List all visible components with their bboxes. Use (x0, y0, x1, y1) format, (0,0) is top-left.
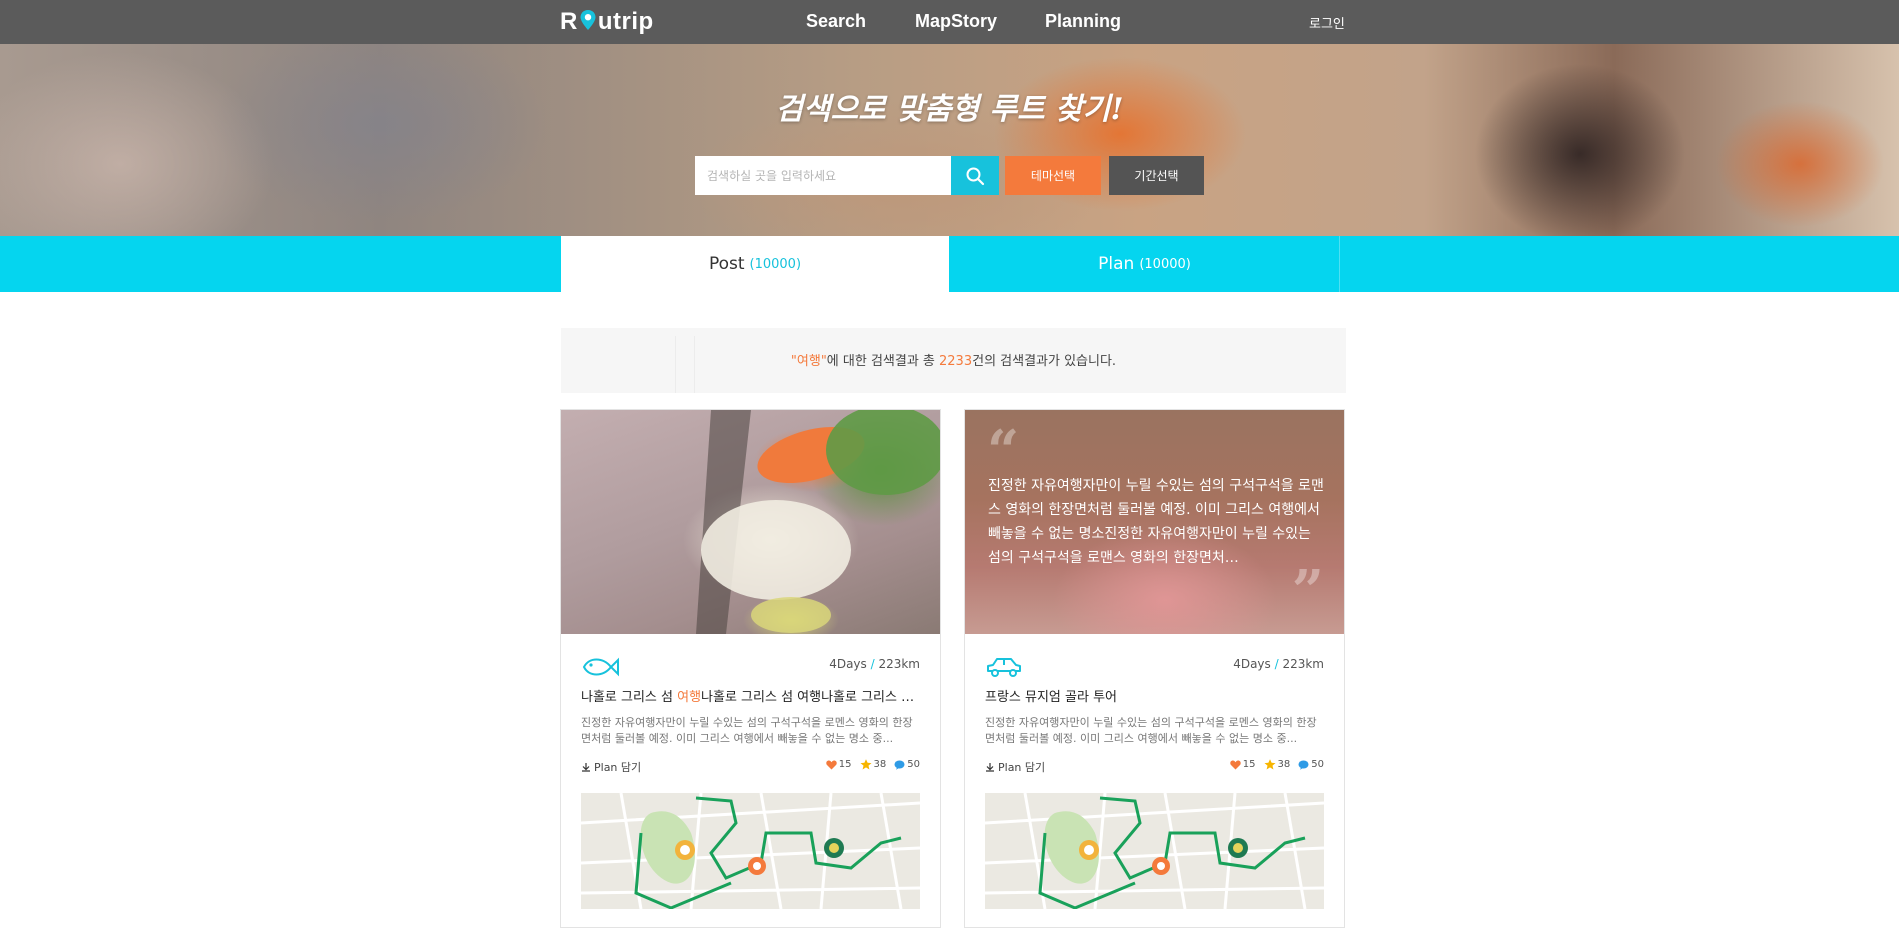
route-map-art (581, 793, 920, 909)
plan-save-button[interactable]: Plan 담기 (581, 759, 641, 775)
title-part: 나홀로 그리스 섬 여행나홀로 그리스 섬 여행 (701, 690, 921, 705)
heart-icon (826, 760, 837, 769)
plan-save-button[interactable]: Plan 담기 (985, 759, 1045, 775)
close-quote-icon: ” (1291, 558, 1324, 624)
likes-stat[interactable]: 15 (826, 759, 852, 770)
title-keyword: 여행 (677, 690, 702, 705)
top-navigation-bar: Rutrip Search MapStory Planning 로그인 (0, 0, 1899, 44)
plan-save-label: Plan 담기 (594, 761, 642, 774)
search-icon (966, 167, 985, 185)
download-icon (582, 763, 590, 772)
summary-text-mid: 에 대한 검색결과 총 (826, 354, 940, 369)
stars-count: 38 (1277, 759, 1291, 770)
nav-search[interactable]: Search (806, 11, 866, 32)
search-keyword: 여행 (796, 354, 821, 369)
nav-mapstory[interactable]: MapStory (915, 11, 997, 32)
post-card[interactable]: 4Days / 223km 나홀로 그리스 섬 여행나홀로 그리스 섬 여행나홀… (560, 409, 941, 928)
summary-text-end: 건의 검색결과가 있습니다. (972, 354, 1117, 369)
tab-post-label: Post (708, 254, 745, 274)
search-result-summary: "여행"에 대한 검색결과 총 2233건의 검색결과가 있습니다. (561, 328, 1346, 393)
tab-divider (1339, 236, 1340, 292)
route-map[interactable] (581, 793, 920, 909)
logo-letter: R (560, 8, 578, 35)
fish-icon (582, 657, 619, 677)
tab-post[interactable]: Post (10000) (561, 236, 949, 292)
plan-save-label: Plan 담기 (998, 761, 1046, 774)
card-distance: 223km (878, 657, 920, 671)
card-description: 진정한 자유여행자만이 누릴 수있는 섬의 구석구석을 로멘스 영화의 한장면처… (985, 716, 1317, 745)
logo-text: utrip (597, 8, 654, 35)
likes-stat[interactable]: 15 (1230, 759, 1256, 770)
stars-stat[interactable]: 38 (1264, 759, 1291, 770)
period-select-button[interactable]: 기간선택 (1109, 156, 1204, 195)
car-icon (987, 658, 1021, 677)
card-quote-text: 진정한 자유여행자만이 누릴 수있는 섬의 구석구석을 로맨스 영화의 한장면처… (988, 478, 1324, 566)
nav-planning[interactable]: Planning (1045, 11, 1121, 32)
map-pin-icon (580, 10, 596, 30)
card-distance: 223km (1282, 657, 1324, 671)
tab-plan-count: (10000) (1139, 256, 1191, 272)
card-title[interactable]: 나홀로 그리스 섬 여행나홀로 그리스 섬 여행나홀로 그리스 섬 여행 (581, 686, 921, 705)
card-days: 4Days (829, 657, 867, 671)
result-total: 2233 (939, 354, 973, 369)
card-stats: 15 38 50 (826, 759, 920, 770)
comment-icon (1298, 760, 1309, 770)
food-photo-art (696, 410, 940, 634)
search-button[interactable] (951, 156, 999, 195)
download-icon (986, 763, 994, 772)
card-meta: 4Days / 223km (829, 657, 920, 671)
login-link[interactable]: 로그인 (1309, 13, 1345, 32)
meta-separator: / (1270, 657, 1283, 671)
comments-count: 50 (907, 759, 920, 770)
card-quote-cover[interactable]: “ 진정한 자유여행자만이 누릴 수있는 섬의 구석구석을 로맨스 영화의 한장… (965, 410, 1344, 634)
comment-icon (894, 760, 905, 770)
title-part: 나홀로 그리스 섬 (581, 690, 678, 705)
stars-stat[interactable]: 38 (860, 759, 887, 770)
hero-banner: 검색으로 맞춤형 루트 찾기! 테마선택 기간선택 (0, 44, 1899, 236)
card-days: 4Days (1233, 657, 1271, 671)
meta-separator: / (866, 657, 879, 671)
tab-plan[interactable]: Plan (10000) (950, 236, 1339, 292)
theme-select-button[interactable]: 테마선택 (1005, 156, 1101, 195)
comments-stat[interactable]: 50 (894, 759, 920, 770)
hero-title: 검색으로 맞춤형 루트 찾기! (775, 92, 1124, 127)
heart-icon (1230, 760, 1241, 769)
search-input[interactable] (695, 156, 951, 195)
summary-text: "여행"에 대한 검색결과 총 2233건의 검색결과가 있습니다. (561, 350, 1346, 369)
card-stats: 15 38 50 (1230, 759, 1324, 770)
routrip-logo[interactable]: Rutrip (560, 8, 654, 36)
likes-count: 15 (838, 759, 852, 770)
post-card[interactable]: “ 진정한 자유여행자만이 누릴 수있는 섬의 구석구석을 로맨스 영화의 한장… (964, 409, 1345, 928)
card-photo[interactable] (561, 410, 940, 634)
tab-plan-label: Plan (1098, 254, 1135, 274)
star-icon (860, 759, 872, 770)
card-meta: 4Days / 223km (1233, 657, 1324, 671)
route-map[interactable] (985, 793, 1324, 909)
route-map-art (985, 793, 1324, 909)
card-description: 진정한 자유여행자만이 누릴 수있는 섬의 구석구석을 로멘스 영화의 한장면처… (581, 716, 913, 745)
tab-post-count: (10000) (749, 256, 802, 272)
stars-count: 38 (873, 759, 887, 770)
comments-count: 50 (1311, 759, 1324, 770)
comments-stat[interactable]: 50 (1298, 759, 1324, 770)
likes-count: 15 (1242, 759, 1256, 770)
card-title[interactable]: 프랑스 뮤지엄 골라 투어 (985, 686, 1325, 705)
star-icon (1264, 759, 1276, 770)
